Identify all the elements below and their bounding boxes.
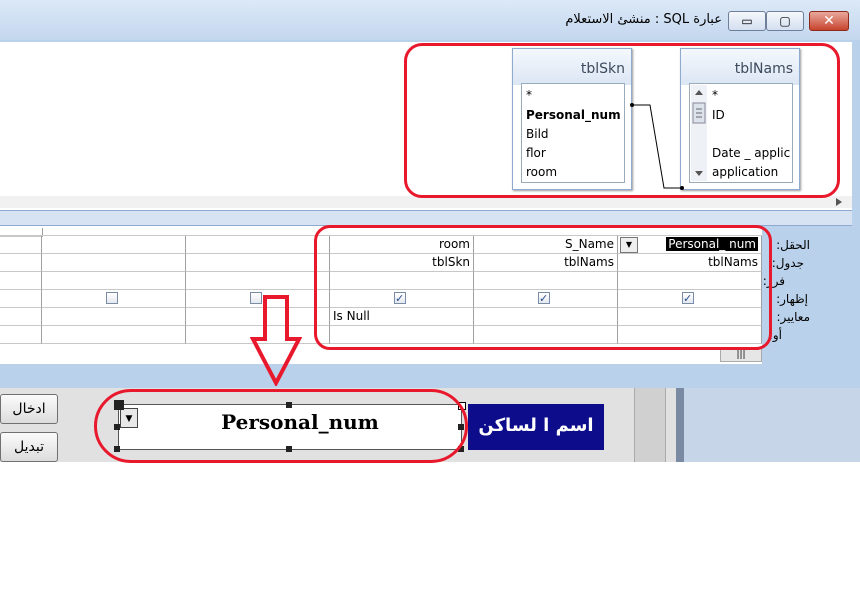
grid-scrollbar-thumb[interactable]: |||: [720, 348, 762, 362]
resident-name-label: اسم ا لساكن: [468, 404, 604, 450]
grid-cell-field[interactable]: [186, 236, 330, 254]
change-button[interactable]: تبديل: [0, 432, 58, 462]
form-side-panel: [676, 388, 860, 462]
grid-cell-table[interactable]: [42, 254, 186, 272]
annotation-grid-highlight: [314, 225, 772, 350]
maximize-icon: ▢: [779, 14, 791, 28]
annotation-tables-highlight: [404, 43, 840, 198]
grid-cell-or[interactable]: [0, 326, 42, 344]
pane-splitter[interactable]: [0, 210, 852, 226]
close-button[interactable]: ✕: [809, 11, 849, 31]
grid-cell-criteria[interactable]: [0, 308, 42, 326]
grid-cell-criteria[interactable]: [42, 308, 186, 326]
row-label-table: جدول:: [771, 256, 804, 270]
minimize-button[interactable]: ▭: [728, 11, 766, 31]
annotation-combobox-highlight: [94, 389, 468, 463]
grid-cell-show: [42, 290, 186, 308]
window-edge: [676, 388, 684, 462]
grid-cell-sort[interactable]: [0, 272, 42, 290]
grid-cell-table[interactable]: [186, 254, 330, 272]
row-label-field: الحقل:: [776, 238, 810, 252]
show-checkbox[interactable]: [106, 292, 118, 304]
grid-cell-field[interactable]: [0, 236, 42, 254]
grid-cell-table[interactable]: [0, 254, 42, 272]
window-title: عبارة SQL : منشئ الاستعلام: [565, 12, 722, 27]
down-arrow-annotation-icon: [250, 295, 302, 386]
grid-cell-or[interactable]: [42, 326, 186, 344]
grid-cell-field[interactable]: [42, 236, 186, 254]
row-label-criteria: معايير:: [776, 310, 811, 324]
grid-cell-sort[interactable]: [42, 272, 186, 290]
maximize-button[interactable]: ▢: [766, 11, 804, 31]
grid-cell-show: [0, 290, 42, 308]
close-icon: ✕: [823, 13, 835, 29]
form-vertical-divider: [634, 388, 666, 462]
grid-row-labels: الحقل: جدول: فرز: إظهار: معايير: أو:: [763, 236, 860, 346]
grid-cell-sort[interactable]: [186, 272, 330, 290]
insert-button[interactable]: ادخال: [0, 394, 58, 424]
row-label-show: إظهار:: [776, 292, 808, 306]
scroll-right-icon: [836, 198, 842, 206]
minimize-icon: ▭: [741, 14, 753, 28]
